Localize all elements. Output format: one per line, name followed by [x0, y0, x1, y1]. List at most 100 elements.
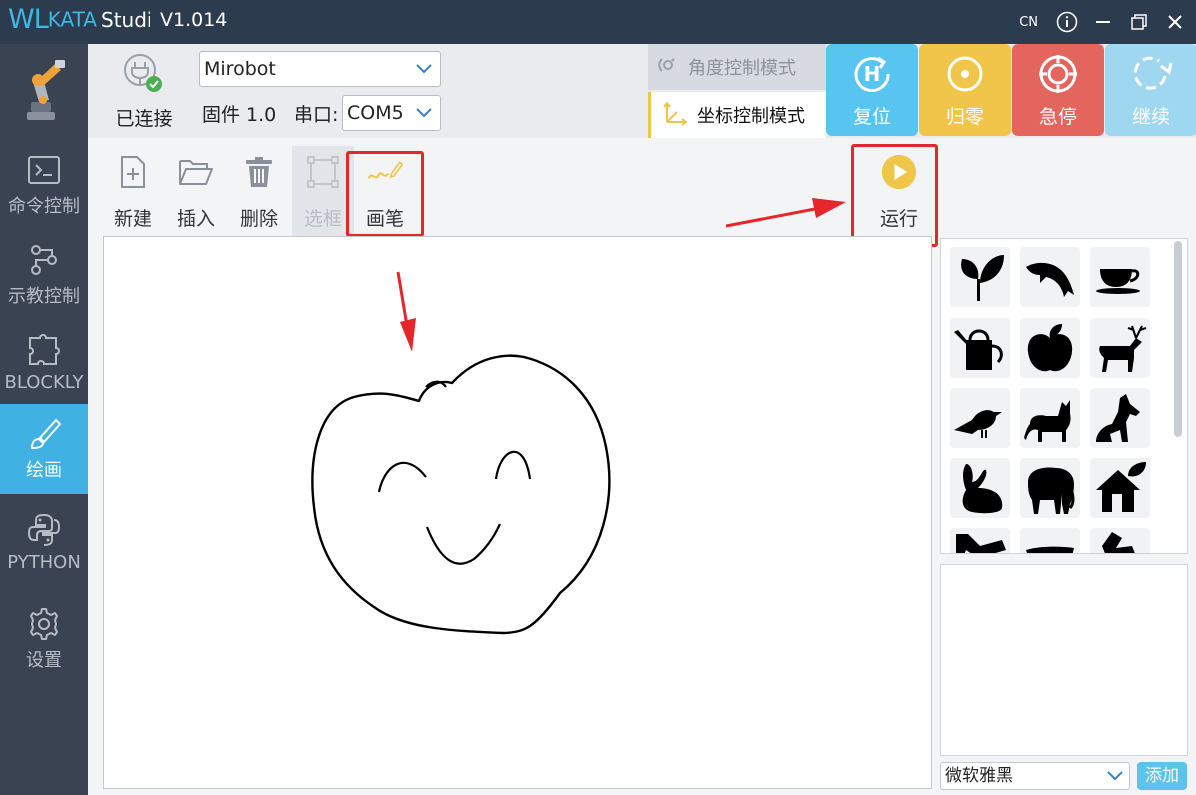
firmware-version: 固件 1.0	[202, 104, 277, 126]
chevron-down-icon	[1107, 763, 1123, 789]
insert-label: 插入	[176, 208, 215, 230]
home-button[interactable]: 归零	[919, 44, 1011, 136]
sidebar-item-command-control[interactable]: 命令控制	[0, 140, 88, 230]
drawing-toolbar: 新建 插入 删除 选框 画笔 运行	[88, 138, 1196, 236]
port-label: 串口:	[294, 104, 339, 126]
sidebar: 命令控制 示教控制 BLOCKLY 绘画 PYTHON 设置	[0, 44, 88, 795]
info-icon[interactable]	[1056, 11, 1078, 33]
control-bar: 已连接 Mirobot 固件 1.0 串口: COM5 角度控制模式 坐标控制模	[88, 44, 1196, 138]
apple-shape[interactable]	[1020, 318, 1080, 378]
font-select[interactable]: 微软雅黑	[940, 762, 1130, 790]
shape-gallery	[940, 238, 1188, 554]
sidebar-item-teach-control[interactable]: 示教控制	[0, 230, 88, 320]
python-icon	[24, 510, 64, 550]
run-highlight-box	[851, 144, 938, 247]
drawing-canvas[interactable]	[103, 236, 932, 789]
brush-icon	[24, 414, 64, 454]
partial-shape-2[interactable]	[1020, 528, 1080, 553]
robot-arm-logo	[0, 44, 88, 134]
resume-icon	[1127, 50, 1175, 98]
gallery-scrollbar[interactable]	[1174, 241, 1182, 437]
leaf-shape[interactable]	[950, 247, 1010, 307]
watering-can-shape[interactable]	[950, 318, 1010, 378]
language-toggle[interactable]: CN	[1019, 15, 1038, 30]
chevron-down-icon	[416, 96, 432, 130]
axes-icon	[661, 100, 688, 131]
select-box-button[interactable]: 选框	[292, 146, 354, 236]
resume-button[interactable]: 继续	[1105, 44, 1196, 136]
connection-status[interactable]: 已连接	[88, 44, 194, 138]
dolphin-shape[interactable]	[1020, 247, 1080, 307]
text-input-area[interactable]	[940, 564, 1188, 756]
cat-shape[interactable]	[1020, 388, 1080, 448]
mode-angle-label: 角度控制模式	[688, 58, 796, 79]
app-logo: WLKATAStudio	[8, 4, 150, 40]
add-text-button[interactable]: 添加	[1137, 762, 1187, 790]
chevron-down-icon	[416, 52, 432, 86]
delete-button[interactable]: 删除	[228, 146, 290, 236]
close-icon[interactable]	[1164, 11, 1186, 33]
mode-coord-label: 坐标控制模式	[697, 106, 805, 127]
minimize-icon[interactable]	[1092, 11, 1114, 33]
port-select[interactable]: COM5	[342, 95, 441, 131]
home-label: 归零	[945, 106, 984, 128]
sidebar-item-python[interactable]: PYTHON	[0, 500, 88, 590]
sidebar-item-label: 设置	[26, 650, 62, 671]
emergency-stop-button[interactable]: 急停	[1012, 44, 1104, 136]
logo-kata: KATA	[47, 7, 97, 32]
sidebar-item-label: 示教控制	[8, 286, 80, 307]
reset-button[interactable]: H 复位	[826, 44, 918, 136]
port-value: COM5	[347, 102, 404, 124]
puzzle-icon	[24, 330, 64, 370]
marquee-select-icon	[305, 154, 341, 190]
emergency-stop-icon	[1034, 50, 1082, 98]
sidebar-item-settings[interactable]: 设置	[0, 594, 88, 684]
select-label: 选框	[303, 208, 342, 230]
new-button[interactable]: 新建	[102, 146, 164, 236]
delete-label: 删除	[239, 208, 278, 230]
partial-shape-1[interactable]	[950, 528, 1010, 553]
gear-icon	[24, 604, 64, 644]
reset-h-icon: H	[848, 50, 896, 98]
sidebar-item-label: 绘画	[26, 460, 62, 481]
estop-label: 急停	[1038, 106, 1077, 128]
device-value: Mirobot	[204, 58, 276, 80]
house-shape[interactable]	[1090, 458, 1150, 518]
sidebar-item-label: BLOCKLY	[4, 372, 84, 393]
flow-icon	[24, 240, 64, 280]
window-controls: CN	[1019, 8, 1186, 36]
elephant-shape[interactable]	[1020, 458, 1080, 518]
terminal-icon	[24, 150, 64, 190]
font-value: 微软雅黑	[945, 766, 1013, 786]
joint-icon	[658, 55, 678, 80]
sidebar-item-blockly[interactable]: BLOCKLY	[0, 320, 88, 410]
bird-shape[interactable]	[950, 388, 1010, 448]
trash-icon	[241, 154, 277, 190]
smiley-drawing	[311, 354, 611, 635]
plug-connected-icon	[122, 52, 166, 96]
teacup-shape[interactable]	[1090, 247, 1150, 307]
rabbit-shape[interactable]	[950, 458, 1010, 518]
dog-shape[interactable]	[1090, 388, 1150, 448]
reset-label: 复位	[852, 106, 891, 128]
sidebar-item-drawing[interactable]: 绘画	[0, 404, 88, 494]
logo-wl: WL	[8, 4, 49, 35]
deer-shape[interactable]	[1090, 318, 1150, 378]
folder-open-icon	[178, 154, 214, 190]
title-bar: WLKATAStudio V1.014 CN	[0, 0, 1196, 44]
connection-label: 已连接	[115, 108, 173, 130]
pen-highlight-box	[346, 151, 424, 237]
target-icon	[941, 50, 989, 98]
app-version: V1.014	[160, 9, 228, 31]
partial-shape-3[interactable]	[1090, 528, 1150, 553]
restore-icon[interactable]	[1128, 11, 1150, 33]
mode-coordinate-control[interactable]: 坐标控制模式	[648, 92, 826, 138]
new-label: 新建	[113, 208, 152, 230]
sidebar-item-label: 命令控制	[8, 196, 80, 217]
sidebar-item-label: PYTHON	[7, 552, 81, 573]
new-file-icon	[115, 154, 151, 190]
device-select[interactable]: Mirobot	[199, 51, 441, 87]
mode-angle-control[interactable]: 角度控制模式	[648, 44, 826, 90]
svg-text:H: H	[864, 62, 881, 86]
insert-button[interactable]: 插入	[165, 146, 227, 236]
